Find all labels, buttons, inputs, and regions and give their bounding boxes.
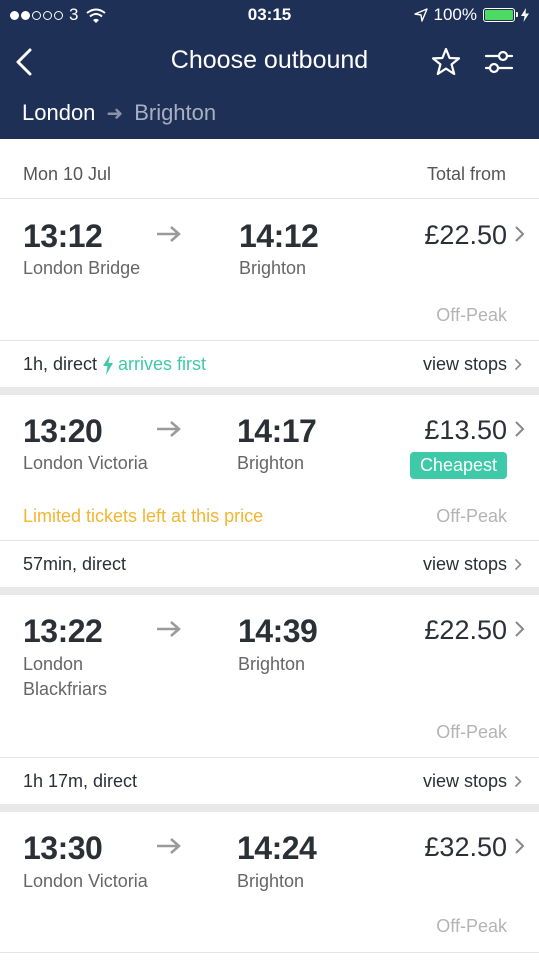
origin-station: London Victoria <box>23 871 148 891</box>
journey-card[interactable]: 13:22 14:39 London Blackfriars Brighton … <box>0 595 539 757</box>
status-bar: 3 03:15 100% <box>0 0 539 30</box>
route-breadcrumb: London ➜ Brighton <box>22 100 216 126</box>
divider <box>0 952 539 953</box>
route-to: Brighton <box>134 100 217 125</box>
arrives-first-tag: arrives first <box>102 354 206 375</box>
lightning-icon <box>103 354 114 375</box>
depart-time: 13:20 <box>23 413 103 449</box>
price: £13.50 <box>424 415 507 445</box>
arrow-right-icon <box>157 421 181 437</box>
destination-station: Brighton <box>237 871 305 891</box>
depart-time: 13:22 <box>23 613 103 649</box>
view-stops-link[interactable]: view stops <box>423 354 507 375</box>
battery-percent: 100% <box>433 5 477 24</box>
arrives-first-label: arrives first <box>118 354 207 374</box>
limited-tickets-warning: Limited tickets left at this price <box>23 506 264 526</box>
arrow-right-icon <box>157 621 181 637</box>
journey-summary: 1h 17m, direct <box>23 771 137 792</box>
destination-station: Brighton <box>237 453 305 473</box>
duration-text: 57min, direct <box>23 554 127 574</box>
location-arrow-icon <box>413 8 428 22</box>
view-stops-link[interactable]: view stops <box>423 771 507 792</box>
fare-type: Off-Peak <box>436 506 507 526</box>
chevron-right-icon <box>514 775 522 788</box>
origin-station: London Victoria <box>23 453 148 473</box>
route-arrow-icon: ➜ <box>106 102 124 125</box>
view-stops-link[interactable]: view stops <box>423 554 507 575</box>
journey-summary-row: 1h 17m, direct view stops <box>0 758 539 804</box>
chevron-right-icon <box>515 226 525 242</box>
status-right: 100% <box>413 5 529 25</box>
chevron-right-icon <box>514 358 522 371</box>
section-gap <box>0 804 539 812</box>
cheapest-badge: Cheapest <box>409 452 507 479</box>
destination-station: Brighton <box>238 654 306 674</box>
arrive-time: 14:39 <box>238 613 318 649</box>
chevron-right-icon <box>515 838 525 854</box>
arrive-time: 14:17 <box>237 413 317 449</box>
origin-station-line2: Blackfriars <box>23 679 108 699</box>
chevron-right-icon <box>515 621 525 637</box>
total-from-label: Total from <box>426 164 506 184</box>
arrive-time: 14:12 <box>239 218 319 254</box>
app-header: 3 03:15 100% Choose outbound London ➜ Br… <box>0 0 539 139</box>
fare-type: Off-Peak <box>436 722 507 742</box>
section-gap <box>0 587 539 595</box>
date-bar: Mon 10 Jul Total from <box>0 139 539 199</box>
section-gap <box>0 387 539 395</box>
arrow-right-icon <box>157 226 181 242</box>
journey-summary: 57min, direct <box>23 554 126 575</box>
price: £22.50 <box>424 615 507 645</box>
origin-station: London Bridge <box>23 258 141 278</box>
journey-card[interactable]: 13:20 14:17 London Victoria Brighton £13… <box>0 395 539 540</box>
price: £32.50 <box>424 832 507 862</box>
depart-time: 13:12 <box>23 218 103 254</box>
nav-bar: Choose outbound <box>0 38 539 84</box>
journey-summary-row: 1h, direct arrives first view stops <box>0 341 539 387</box>
fare-type: Off-Peak <box>436 916 507 936</box>
fare-type: Off-Peak <box>436 305 507 325</box>
origin-station-line1: London <box>23 654 84 674</box>
price: £22.50 <box>424 220 507 250</box>
journey-summary: 1h, direct arrives first <box>23 354 206 375</box>
depart-time: 13:30 <box>23 830 103 866</box>
journey-card[interactable]: 13:30 14:24 London Victoria Brighton £32… <box>0 812 539 960</box>
star-icon[interactable] <box>430 46 462 78</box>
journey-card[interactable]: 13:12 14:12 London Bridge Brighton £22.5… <box>0 200 539 340</box>
journey-summary-row: 57min, direct view stops <box>0 541 539 587</box>
chevron-right-icon <box>515 421 525 437</box>
charging-bolt-icon <box>521 8 529 22</box>
destination-station: Brighton <box>239 258 307 278</box>
battery-icon <box>483 8 518 22</box>
duration-text: 1h 17m, direct <box>23 771 138 791</box>
chevron-right-icon <box>514 558 522 571</box>
duration-text: 1h, direct <box>23 354 98 374</box>
arrow-right-icon <box>157 838 181 854</box>
route-from: London <box>22 100 96 125</box>
travel-date: Mon 10 Jul <box>23 164 112 184</box>
filter-icon[interactable] <box>482 46 516 78</box>
arrive-time: 14:24 <box>237 830 317 866</box>
